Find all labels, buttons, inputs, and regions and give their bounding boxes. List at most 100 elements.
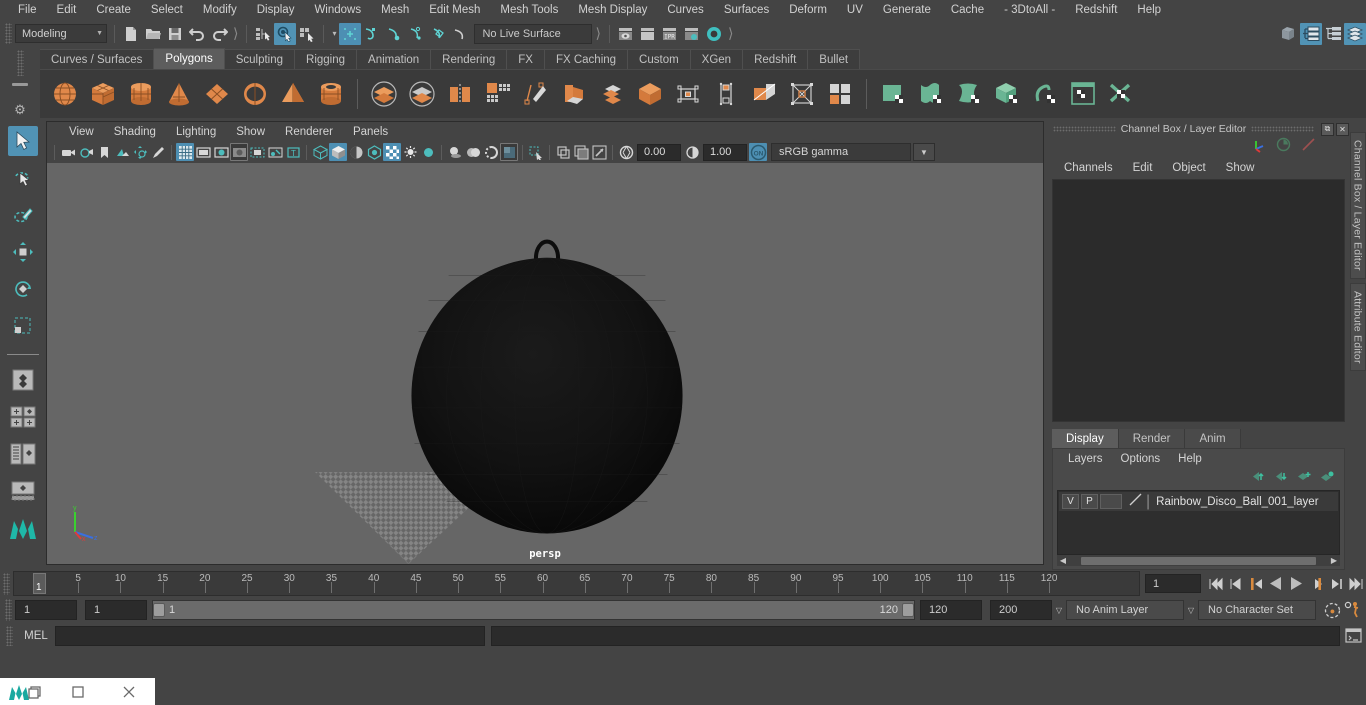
auto-keyframe-icon[interactable]: ●: [1322, 600, 1342, 620]
layer-menu-layers[interactable]: Layers: [1059, 453, 1112, 465]
command-output[interactable]: [491, 625, 1340, 646]
command-line-gripper[interactable]: [6, 625, 13, 646]
gamma-icon[interactable]: [683, 143, 701, 161]
layer-tab-render[interactable]: Render: [1118, 429, 1186, 448]
shaded-hardware-icon[interactable]: [365, 143, 383, 161]
select-hierarchy-icon[interactable]: [252, 23, 274, 45]
menu-mesh-tools[interactable]: Mesh Tools: [490, 1, 568, 19]
film-origin-icon[interactable]: [248, 143, 266, 161]
menu-uv[interactable]: UV: [837, 1, 873, 19]
move-layer-up-icon[interactable]: [1251, 469, 1265, 487]
open-outliner-icon[interactable]: [1278, 23, 1300, 45]
gear-icon[interactable]: ⚙: [14, 102, 26, 118]
shelf-tab-rigging[interactable]: Rigging: [295, 49, 358, 69]
play-forwards-icon[interactable]: [1286, 574, 1306, 594]
menu-select[interactable]: Select: [141, 1, 193, 19]
menu-file[interactable]: File: [8, 1, 47, 19]
uv-cylindrical-icon[interactable]: [914, 77, 948, 111]
wireframe-icon[interactable]: [311, 143, 329, 161]
layer-tab-display[interactable]: Display: [1052, 429, 1119, 448]
snap-projected-center-icon[interactable]: [427, 23, 449, 45]
viewport-menu-panels[interactable]: Panels: [343, 126, 398, 138]
xray-joints-icon[interactable]: T: [284, 143, 302, 161]
menu-surfaces[interactable]: Surfaces: [714, 1, 779, 19]
time-slider-track[interactable]: 1 5 10 15 20 25 30 35 40 45 50 55 60 65 70 75 80 85 90 95 1…: [13, 571, 1140, 596]
snap-to-curve-icon[interactable]: [449, 23, 471, 45]
scale-tool[interactable]: [8, 311, 38, 341]
extrude-icon[interactable]: [519, 77, 553, 111]
status-line-gripper[interactable]: [5, 23, 12, 44]
boolean-union-icon[interactable]: [367, 77, 401, 111]
layer-display-type-toggle[interactable]: [1100, 494, 1122, 509]
open-hypergraph-icon[interactable]: [1322, 23, 1344, 45]
chevron-down-icon[interactable]: ▽: [1184, 606, 1198, 615]
xray-shade-icon[interactable]: [347, 143, 365, 161]
range-end-field[interactable]: 120: [920, 600, 982, 620]
snap-view-plane-icon[interactable]: [405, 23, 427, 45]
redo-icon[interactable]: [208, 23, 230, 45]
new-layer-from-selected-icon[interactable]: [1320, 469, 1334, 487]
channel-menu-channels[interactable]: Channels: [1054, 162, 1123, 174]
step-forward-frame-icon[interactable]: [1306, 574, 1326, 594]
anim-start-field[interactable]: 1: [15, 600, 77, 620]
smooth-wire-icon[interactable]: [590, 143, 608, 161]
smooth-shade-icon[interactable]: [329, 143, 347, 161]
side-tab-attribute-editor[interactable]: Attribute Editor: [1349, 282, 1366, 372]
poly-torus-icon[interactable]: [238, 77, 272, 111]
uv-cut-sew-icon[interactable]: [1104, 77, 1138, 111]
screen-space-ao-icon[interactable]: [464, 143, 482, 161]
shelf-tab-fx[interactable]: FX: [507, 49, 545, 69]
snap-point-icon[interactable]: [383, 23, 405, 45]
range-end-handle[interactable]: [902, 603, 914, 617]
channel-box-icon[interactable]: [1250, 136, 1267, 158]
render-current-frame-icon[interactable]: [615, 23, 637, 45]
snap-grid-icon[interactable]: [339, 22, 362, 45]
poly-pipe-icon[interactable]: [314, 77, 348, 111]
layer-visibility-toggle[interactable]: V: [1062, 494, 1079, 509]
viewport-menu-renderer[interactable]: Renderer: [275, 126, 343, 138]
poly-cube-icon[interactable]: [86, 77, 120, 111]
menu-mesh-display[interactable]: Mesh Display: [568, 1, 657, 19]
persp-graph-layout[interactable]: [8, 476, 38, 506]
shelf-tab-redshift[interactable]: Redshift: [743, 49, 809, 69]
layer-row[interactable]: V P | Rainbow_Disco_Ball_001_layer: [1059, 492, 1338, 511]
color-profile-field[interactable]: sRGB gamma: [771, 143, 911, 161]
restore-icon[interactable]: ⧉: [1321, 122, 1334, 136]
viewport-menu-shading[interactable]: Shading: [104, 126, 166, 138]
menu-deform[interactable]: Deform: [779, 1, 837, 19]
mirror-icon[interactable]: [747, 77, 781, 111]
chevron-down-icon[interactable]: ▼: [913, 143, 935, 161]
shelf-gripper[interactable]: [16, 50, 24, 76]
bookmark-icon[interactable]: [95, 143, 113, 161]
smooth-icon[interactable]: [481, 77, 515, 111]
film-gate-icon[interactable]: [194, 143, 212, 161]
target-weld-icon[interactable]: [595, 77, 629, 111]
textured-icon[interactable]: [383, 143, 401, 161]
step-back-frame-icon[interactable]: [1246, 574, 1266, 594]
new-layer-icon[interactable]: [1297, 469, 1311, 487]
poly-cylinder-icon[interactable]: [124, 77, 158, 111]
uv-automatic-icon[interactable]: [990, 77, 1024, 111]
paint-select-tool[interactable]: [8, 200, 38, 230]
menu-cache[interactable]: Cache: [941, 1, 994, 19]
menu-help[interactable]: Help: [1127, 1, 1171, 19]
step-forward-keyframe-icon[interactable]: [1326, 574, 1346, 594]
color-management-toggle[interactable]: ON: [749, 143, 767, 161]
new-scene-icon[interactable]: [120, 23, 142, 45]
2d-pan-zoom-icon[interactable]: [131, 143, 149, 161]
select-object-icon[interactable]: [274, 22, 297, 45]
channel-menu-object[interactable]: Object: [1162, 162, 1215, 174]
undo-icon[interactable]: [186, 23, 208, 45]
bridge-icon[interactable]: [709, 77, 743, 111]
side-tab-channel-box[interactable]: Channel Box / Layer Editor: [1349, 132, 1366, 279]
open-attribute-editor-icon[interactable]: [1344, 22, 1366, 45]
poly-plane-icon[interactable]: [200, 77, 234, 111]
maya-app-icon[interactable]: [0, 678, 52, 705]
snap-curve-icon[interactable]: [361, 23, 383, 45]
scrollbar-thumb[interactable]: [1081, 556, 1316, 565]
shelf-tab-custom[interactable]: Custom: [628, 49, 691, 69]
exposure-field[interactable]: 0.00: [637, 143, 681, 161]
grid-toggle-icon[interactable]: [176, 143, 194, 161]
menu-redshift[interactable]: Redshift: [1065, 1, 1127, 19]
render-sequence-icon[interactable]: [681, 23, 703, 45]
